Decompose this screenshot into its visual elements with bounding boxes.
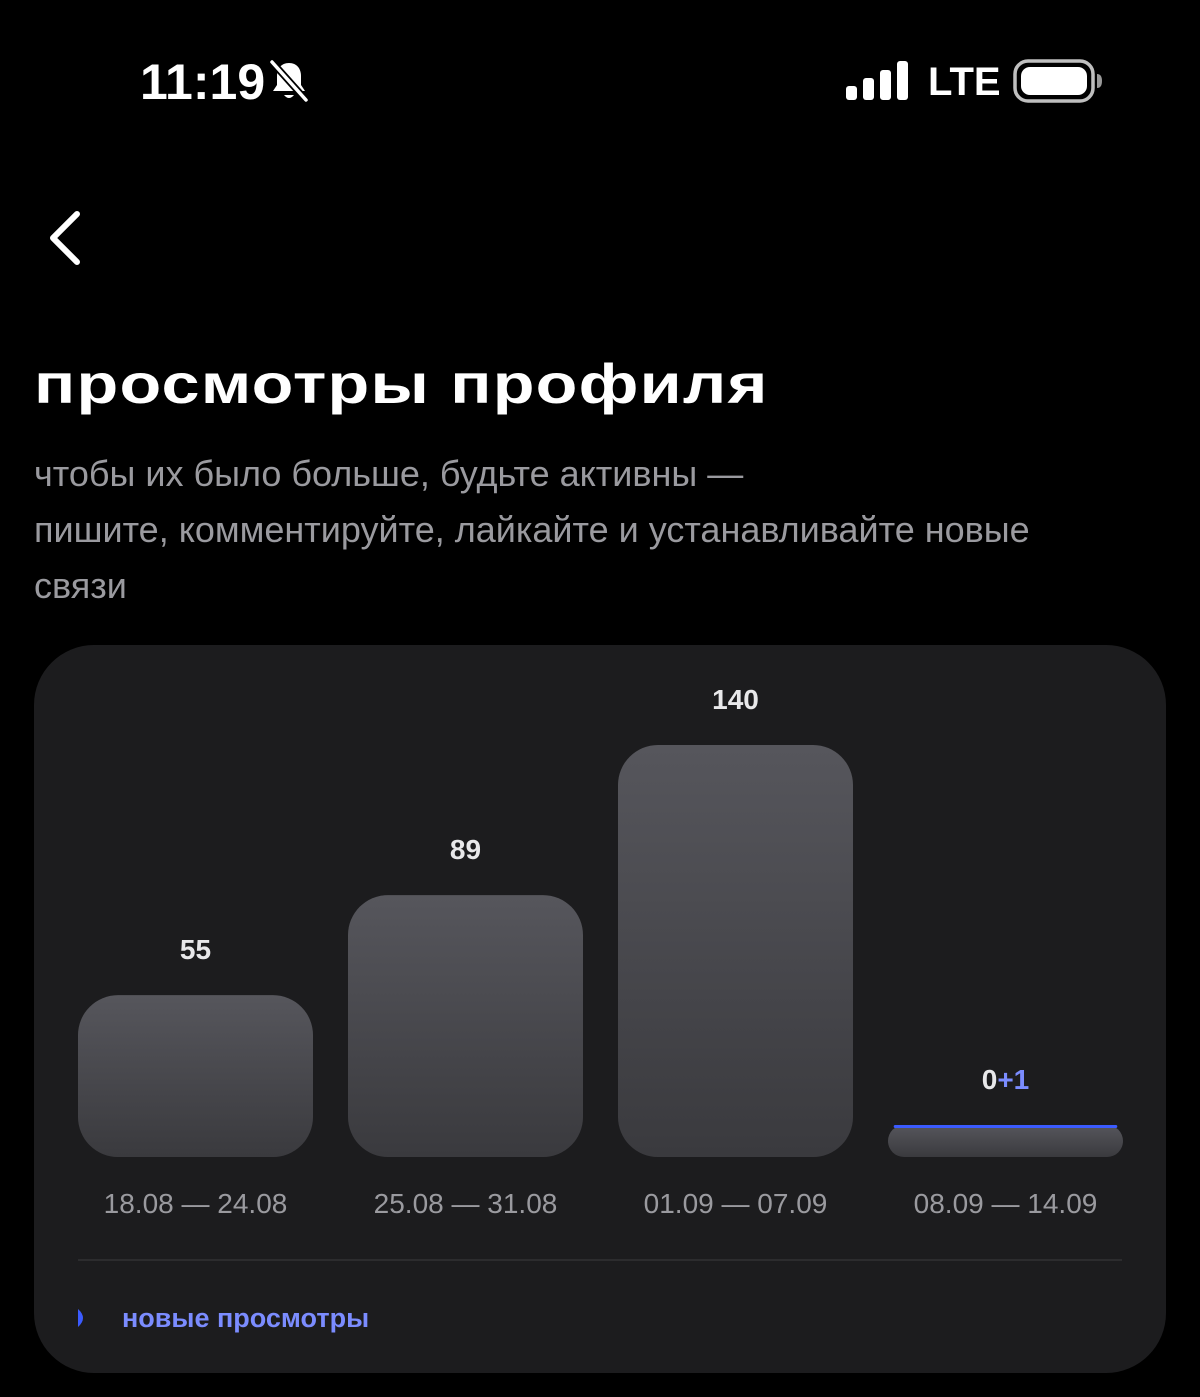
legend-marker-icon — [78, 1309, 83, 1327]
category-label-2: 01.09 — 07.09 — [644, 1188, 828, 1219]
network-type: LTE — [928, 60, 1001, 104]
views-chart-card: 55 18.08 — 24.08 89 25.08 — 31.08 140 01.09 —… — [34, 645, 1166, 1373]
value-label-3: 0+1 — [982, 1064, 1030, 1095]
views-bar-chart: 55 18.08 — 24.08 89 25.08 — 31.08 140 01.09 —… — [78, 684, 1123, 1219]
bar-2[interactable] — [618, 745, 853, 1157]
category-label-1: 25.08 — 31.08 — [374, 1188, 558, 1219]
page-subtitle: чтобы их было больше, будьте активны — п… — [34, 446, 1174, 614]
bar-0[interactable] — [78, 995, 313, 1157]
chevron-left-icon — [50, 211, 80, 265]
card-divider — [78, 1259, 1122, 1261]
bar-3[interactable] — [888, 1125, 1123, 1157]
status-bar: 11:19 LTE — [0, 0, 1200, 160]
category-label-3: 08.09 — 14.09 — [914, 1188, 1098, 1219]
back-button[interactable] — [30, 196, 100, 280]
status-time: 11:19 — [140, 54, 266, 110]
value-label-1: 89 — [450, 834, 481, 865]
bar-1[interactable] — [348, 895, 583, 1157]
subtitle-line: связи — [34, 565, 127, 606]
profile-views-screen: 11:19 LTE просмотры профиля чтобы их был… — [0, 0, 1200, 1397]
subtitle-line: пишите, комментируйте, лайкайте и устана… — [34, 509, 1030, 550]
value-label-0: 55 — [180, 934, 211, 965]
legend-label: новые просмотры — [122, 1303, 370, 1333]
subtitle-line: чтобы их было больше, будьте активны — — [34, 453, 744, 494]
category-label-0: 18.08 — 24.08 — [104, 1188, 288, 1219]
page-title: просмотры профиля — [34, 352, 769, 415]
chart-legend: новые просмотры — [76, 1295, 369, 1341]
value-label-2: 140 — [712, 684, 759, 715]
signal-icon — [846, 61, 908, 100]
battery-icon — [1013, 59, 1102, 103]
bell-muted-icon — [269, 59, 309, 103]
